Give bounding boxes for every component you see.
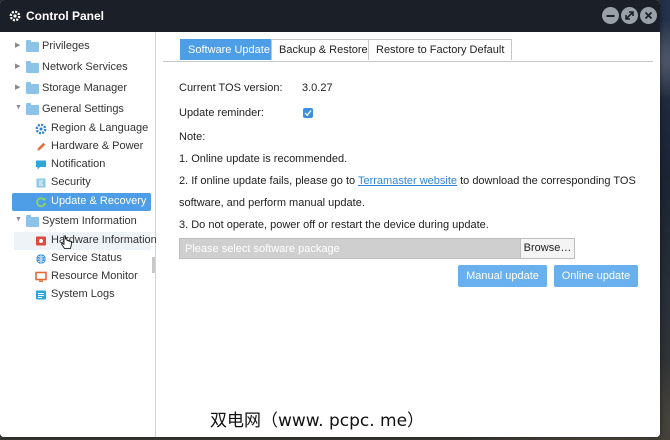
sidebar-item-label: Update & Recovery [51,195,147,207]
close-icon [644,11,653,20]
software-package-field[interactable]: Please select software package [179,238,520,259]
sidebar-item-region-language[interactable]: Region & Language [0,120,155,138]
minimize-button[interactable] [602,7,619,24]
gear-icon [35,123,47,135]
maximize-button[interactable] [621,7,638,24]
tab-restore-factory-default[interactable]: Restore to Factory Default [368,39,513,60]
chat-bubble-icon [36,160,46,170]
sidebar-group-system-information[interactable]: ▼ System Information [0,213,155,231]
maximize-icon [625,11,634,20]
sidebar-group-label: General Settings [42,103,124,115]
sidebar-item-service-status[interactable]: Service Status [0,250,155,268]
expand-caret-icon[interactable]: ▶ [15,41,20,49]
folder-icon [26,61,39,73]
note-line-2-prefix: 2. If online update fails, please go to [179,175,358,187]
gear-icon [9,10,21,22]
sidebar-tree: ▶ Privileges ▶ Network Services ▶ Storag… [0,32,157,437]
terramaster-website-link[interactable]: Terramaster website [358,175,457,187]
note-line-1: 1. Online update is recommended. [179,153,348,165]
sidebar-group-network-services[interactable]: ▶ Network Services [0,59,155,77]
online-update-button[interactable]: Online update [554,265,638,287]
monitor-icon [35,271,47,282]
sidebar-item-hardware-power[interactable]: Hardware & Power [0,138,155,156]
folder-icon [26,40,39,52]
mouse-pointer-icon [61,235,72,249]
tab-software-update[interactable]: Software Update [180,39,278,60]
pencil-icon [37,142,46,151]
manual-update-button[interactable]: Manual update [458,265,547,287]
collapse-caret-icon[interactable]: ▼ [15,104,22,111]
minimize-icon [606,15,615,17]
sidebar-item-update-recovery[interactable]: Update & Recovery [12,193,151,211]
note-line-3: 3. Do not operate, power off or restart … [179,219,489,231]
tab-backup-restore[interactable]: Backup & Restore [271,39,376,60]
sidebar-item-label: Notification [51,158,106,170]
folder-icon [26,215,39,227]
update-reminder-label: Update reminder: [179,107,264,119]
watermark-text: 双电网（www. pcpc. me） [210,411,425,431]
folder-icon [26,82,39,94]
title-bar[interactable]: Control Panel [0,0,660,32]
sidebar-item-notification[interactable]: Notification [0,156,155,174]
globe-icon [36,254,46,264]
tos-version-value: 3.0.27 [302,82,333,94]
close-button[interactable] [640,7,657,24]
sidebar-item-hardware-information[interactable]: Hardware Information [14,232,157,250]
sidebar-item-label: Hardware & Power [51,140,144,152]
sidebar-group-label: Network Services [42,61,128,73]
browse-button[interactable]: Browse… [520,238,575,259]
sidebar-item-label: Resource Monitor [51,270,138,282]
refresh-icon [36,197,46,208]
sidebar-group-storage-manager[interactable]: ▶ Storage Manager [0,80,155,98]
sidebar-group-privileges[interactable]: ▶ Privileges [0,38,155,56]
sidebar-group-label: Storage Manager [42,82,127,94]
sidebar-group-general-settings[interactable]: ▼ General Settings [0,101,155,119]
folder-icon [26,103,39,115]
collapse-caret-icon[interactable]: ▼ [15,216,22,223]
sidebar-item-label: System Logs [51,288,115,300]
tab-bar: Software Update Backup & Restore Restore… [163,39,653,62]
sidebar-item-system-logs[interactable]: System Logs [0,286,155,304]
note-line-2-continued: software, and perform manual update. [179,197,365,209]
sidebar-resize-handle[interactable] [152,257,155,273]
sidebar-group-label: System Information [42,215,137,227]
note-title: Note: [179,131,206,143]
sidebar-group-label: Privileges [42,40,90,52]
expand-caret-icon[interactable]: ▶ [15,83,20,91]
sidebar-item-resource-monitor[interactable]: Resource Monitor [0,268,155,286]
sidebar-item-security[interactable]: Security [0,174,155,192]
checkmark-icon [304,110,312,117]
sidebar-item-label: Region & Language [51,122,149,134]
tos-version-label: Current TOS version: [179,82,283,94]
expand-caret-icon[interactable]: ▶ [15,62,20,70]
note-line-2-suffix: to download the corresponding TOS [457,175,636,187]
sidebar-item-label: Service Status [51,252,122,264]
note-line-2: 2. If online update fails, please go to … [179,175,636,187]
main-panel: Software Update Backup & Restore Restore… [156,32,660,437]
sidebar-item-label: Security [51,176,91,188]
shield-icon [36,178,46,188]
window-title: Control Panel [26,9,105,23]
update-reminder-checkbox[interactable] [303,108,313,118]
control-panel-window: Control Panel ▶ Privileges ▶ Network Ser… [0,0,660,437]
log-icon [36,290,46,300]
chip-icon [36,236,46,246]
